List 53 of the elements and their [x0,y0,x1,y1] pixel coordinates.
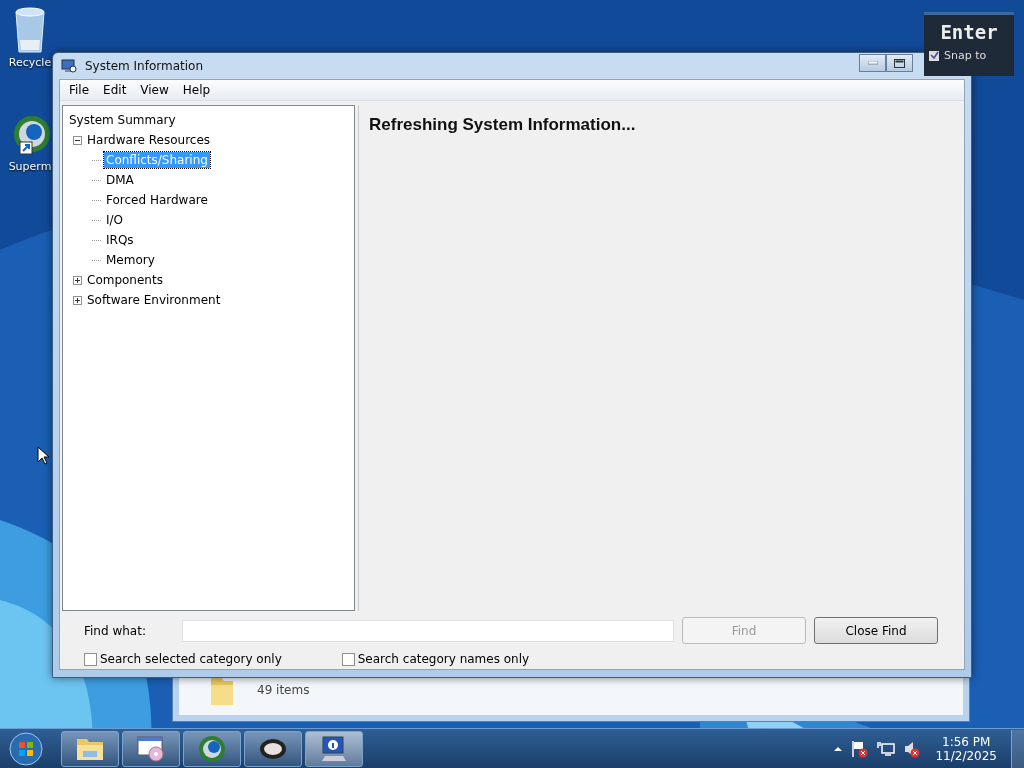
status-text: 49 items [257,683,310,697]
menu-item[interactable]: Edit [96,83,134,97]
monitor-info-icon [319,733,349,764]
speaker-muted-icon[interactable] [903,739,922,758]
window-disc-icon [136,734,166,763]
checkbox-label[interactable]: Search category names only [357,652,530,666]
clock-date: 11/2/2025 [935,748,997,763]
find-field[interactable] [182,619,674,642]
tree-item[interactable]: Forced Hardware [104,192,210,208]
tree-item[interactable]: System Summary [67,112,178,128]
clock[interactable]: 1:56 PM 11/2/2025 [935,734,997,763]
maximize-icon [894,58,905,68]
taskbar-button[interactable] [305,730,363,767]
globe-icon [197,733,227,764]
tree-item[interactable]: IRQs [104,232,136,248]
expand-icon[interactable] [73,275,82,285]
tree-item[interactable]: DMA [104,172,136,188]
checkbox-label[interactable]: Search selected category only [100,652,282,666]
taskbar-button[interactable] [61,730,119,767]
window-title: System Information [85,59,204,73]
computer-info-icon [61,58,77,74]
find-label: Find what: [84,623,147,638]
checkbox[interactable] [84,652,97,666]
tree-item[interactable]: Software Environment [85,292,223,308]
expand-icon[interactable] [73,295,82,305]
checkbox[interactable] [341,652,355,666]
checkbox[interactable] [929,50,939,61]
desktop-icon-label[interactable]: Superm [8,160,52,173]
tree-item[interactable]: Hardware Resources [85,132,213,148]
taskbar-button[interactable] [183,730,241,767]
tree-item[interactable]: I/O [104,212,126,228]
clock-time: 1:56 PM [942,734,991,749]
network-icon[interactable] [877,740,896,757]
tree-item[interactable]: Components [85,272,165,288]
menu-item[interactable]: File [62,83,97,97]
taskbar-button[interactable] [244,730,302,767]
status-message: Refreshing System Information... [369,115,636,134]
key-label: Enter [940,21,998,43]
show-desktop-button[interactable] [1011,729,1024,768]
collapse-icon[interactable] [73,135,82,145]
taskbar-button[interactable] [122,730,180,767]
minimize-icon [867,61,878,65]
start-button[interactable] [8,730,44,767]
checkbox-label[interactable]: Snap to [944,49,987,62]
mouse-cursor-icon [37,446,49,465]
menu-item[interactable]: Help [175,83,218,97]
maximize-button[interactable] [886,54,913,72]
close-find-button[interactable]: Close Find [814,617,938,644]
menu-item[interactable]: View [133,83,176,97]
flag-error-icon[interactable] [851,739,870,758]
tree-item[interactable]: Memory [104,252,157,268]
show-hidden-icons-button[interactable] [833,745,844,752]
desktop-icon-label[interactable]: Recycle [8,56,52,69]
